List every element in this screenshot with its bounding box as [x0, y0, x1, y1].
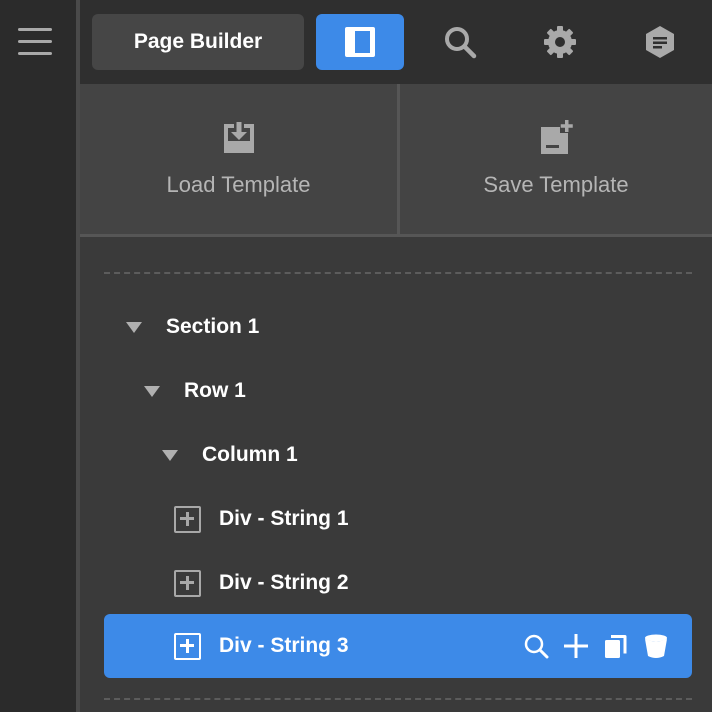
download-tray-icon — [223, 122, 254, 153]
expand-plus-icon[interactable] — [174, 569, 201, 597]
page-builder-button[interactable]: Page Builder — [92, 14, 304, 70]
caret-down-icon[interactable] — [144, 385, 160, 397]
hexagon-note-icon — [646, 26, 674, 58]
search-icon — [524, 634, 549, 659]
add-document-icon — [541, 120, 573, 154]
copy-icon — [605, 635, 627, 658]
tree-section-1[interactable]: Section 1 — [126, 295, 259, 359]
dropzone-bottom — [104, 698, 692, 700]
plus-icon — [564, 634, 588, 658]
add-child-button[interactable] — [562, 632, 590, 660]
panel-toggle-button[interactable] — [316, 14, 404, 70]
expand-plus-icon[interactable] — [174, 632, 201, 660]
template-bottom-border — [80, 234, 712, 237]
caret-down-icon[interactable] — [126, 321, 142, 333]
tree-label: Div - String 1 — [219, 507, 349, 530]
panel-layout-icon — [345, 27, 375, 57]
tree-label: Row 1 — [184, 379, 246, 402]
load-template-button[interactable]: Load Template — [80, 84, 397, 236]
tree-column-1[interactable]: Column 1 — [162, 423, 298, 487]
delete-button[interactable] — [642, 632, 670, 660]
template-bar: Load Template Save Template — [80, 84, 712, 236]
search-button[interactable] — [440, 22, 480, 62]
load-template-label: Load Template — [166, 172, 311, 197]
search-icon — [445, 27, 477, 59]
duplicate-button[interactable] — [602, 632, 630, 660]
trash-icon — [645, 634, 667, 658]
caret-down-icon[interactable] — [162, 449, 178, 461]
tree-row-1[interactable]: Row 1 — [144, 359, 246, 423]
tree-label: Div - String 2 — [219, 571, 349, 594]
dropzone-top — [104, 272, 692, 274]
tree-item-div-1[interactable]: Div - String 1 — [174, 487, 349, 551]
gear-icon — [544, 26, 576, 58]
save-template-button[interactable]: Save Template — [400, 84, 712, 236]
expand-plus-icon[interactable] — [174, 505, 201, 533]
menu-icon[interactable] — [18, 26, 54, 58]
save-template-label: Save Template — [483, 172, 629, 197]
inspect-button[interactable] — [522, 632, 550, 660]
tree-item-div-2[interactable]: Div - String 2 — [174, 551, 349, 615]
tree-label: Div - String 3 — [219, 634, 349, 657]
tree-label: Section 1 — [166, 315, 260, 338]
settings-button[interactable] — [540, 22, 580, 62]
tree-label: Column 1 — [202, 443, 298, 466]
side-rail — [0, 0, 76, 712]
tree-item-div-3-selected[interactable]: Div - String 3 — [104, 614, 692, 678]
info-button[interactable] — [640, 22, 680, 62]
